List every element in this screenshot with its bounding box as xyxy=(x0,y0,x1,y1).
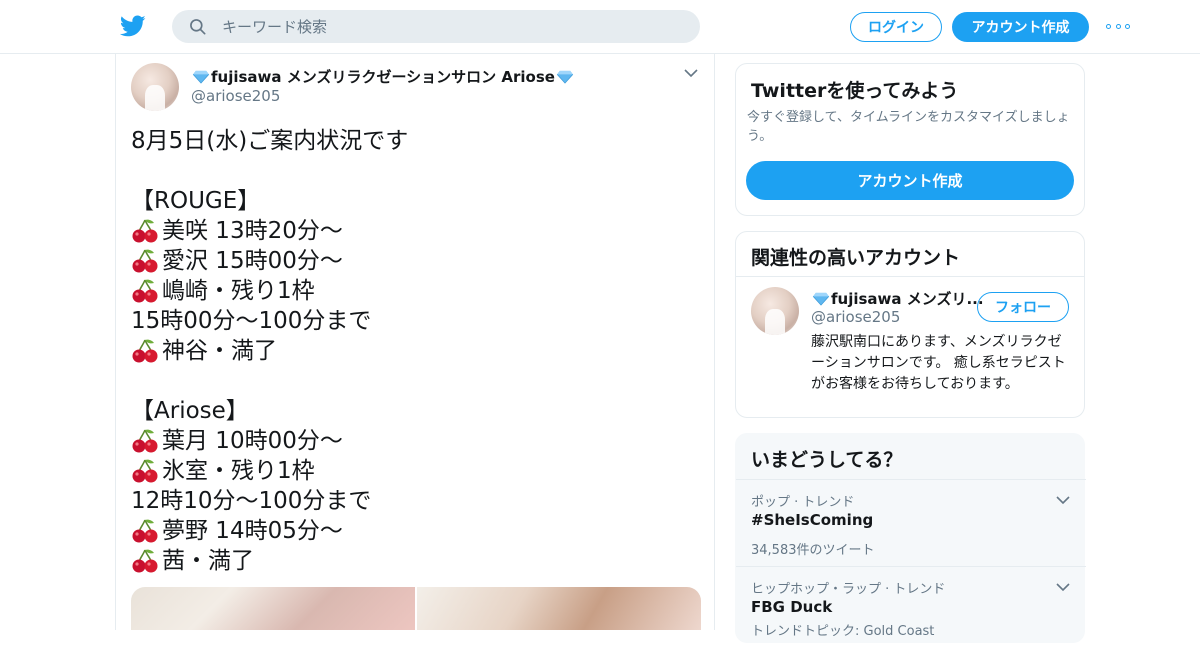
tweet-photo[interactable] xyxy=(131,587,415,630)
cherry-emoji-icon xyxy=(131,517,159,545)
related-account-handle[interactable]: @ariose205 xyxy=(811,308,900,326)
trend-name[interactable]: #SheIsComing xyxy=(751,511,873,529)
trend-name[interactable]: FBG Duck xyxy=(751,598,832,616)
search-bar xyxy=(172,10,700,43)
tweet-text-line-content: 嶋崎・残り1枠 xyxy=(162,278,315,304)
tweet-text-line xyxy=(131,366,701,396)
tweet-text-line-content: 15時00分～100分まで xyxy=(131,308,372,334)
trend-category: ヒップホップ・ラップ · トレンド xyxy=(751,582,946,597)
tweet-text-line: 8月5日(水)ご案内状況です xyxy=(131,126,701,156)
chevron-down-icon[interactable] xyxy=(1056,582,1070,592)
tweet-author-handle[interactable]: @ariose205 xyxy=(191,87,280,105)
tweet-text-line-content: 美咲 13時20分～ xyxy=(162,218,343,244)
trends-card-title: いまどうしてる？ xyxy=(751,449,903,471)
trend-category: ポップ · トレンド xyxy=(751,495,855,510)
trend-item[interactable]: ポップ · トレンド #SheIsComing 34,583件のツイート xyxy=(736,480,1086,566)
gem-icon xyxy=(556,70,574,84)
more-dots-icon[interactable] xyxy=(1106,18,1130,34)
tweet-text-line: 【ROUGE】 xyxy=(131,186,701,216)
tweet-text-line: 夢野 14時05分～ xyxy=(131,516,701,546)
signup-button[interactable]: アカウント作成 xyxy=(952,12,1089,42)
tweet-text-line-content: 葉月 10時00分～ xyxy=(162,428,343,454)
tweet-text-line-content: 氷室・残り1枠 xyxy=(162,458,315,484)
gem-icon xyxy=(192,70,210,84)
login-button[interactable]: ログイン xyxy=(850,12,942,42)
twitter-bird-icon[interactable] xyxy=(120,13,146,39)
top-navigation-bar: ログイン アカウント作成 xyxy=(0,0,1200,54)
tweet-photo[interactable] xyxy=(417,587,701,630)
tweet-author-name-text: fujisawa メンズリラクゼーションサロン Ariose xyxy=(211,68,555,86)
tweet-text: 8月5日(水)ご案内状況です 【ROUGE】美咲 13時20分～ 愛沢 15時00分… xyxy=(131,126,701,576)
cherry-emoji-icon xyxy=(131,547,159,575)
tweet-author-name[interactable]: fujisawa メンズリラクゼーションサロン Ariose xyxy=(191,66,575,87)
divider xyxy=(736,276,1084,277)
tweet-text-line: 氷室・残り1枠 xyxy=(131,456,701,486)
signup-card-subtitle: 今すぐ登録して、タイムラインをカスタマイズしましょう。 xyxy=(747,110,1070,144)
tweet-text-line-content: 茜・満了 xyxy=(162,548,254,574)
tweet-text-line xyxy=(131,156,701,186)
tweet-text-line: 15時00分～100分まで xyxy=(131,306,701,336)
cherry-emoji-icon xyxy=(131,277,159,305)
signup-card-title: Twitterを使ってみよう xyxy=(751,80,959,102)
related-account-name-text: fujisawa メンズリ... xyxy=(831,290,984,308)
tweet-text-line: 【Ariose】 xyxy=(131,396,701,426)
gem-icon xyxy=(812,292,830,306)
signup-card-button[interactable]: アカウント作成 xyxy=(746,161,1074,200)
search-icon xyxy=(190,19,206,35)
tweet-text-line-content: 夢野 14時05分～ xyxy=(162,518,343,544)
related-accounts-card: 関連性の高いアカウント fujisawa メンズリ... @ariose205 … xyxy=(735,231,1085,418)
avatar[interactable] xyxy=(131,63,179,111)
tweet-text-line-content: 【ROUGE】 xyxy=(131,188,261,214)
tweet-card: fujisawa メンズリラクゼーションサロン Ariose @ariose20… xyxy=(115,54,715,630)
related-account-name[interactable]: fujisawa メンズリ... xyxy=(811,288,984,309)
search-input[interactable] xyxy=(222,10,682,43)
related-card-title: 関連性の高いアカウント xyxy=(751,247,961,269)
tweet-text-line-content: 【Ariose】 xyxy=(131,398,249,424)
tweet-text-line: 愛沢 15時00分～ xyxy=(131,246,701,276)
avatar[interactable] xyxy=(751,287,799,335)
trend-tweet-count: 34,583件のツイート xyxy=(751,543,875,558)
tweet-text-line: 茜・満了 xyxy=(131,546,701,576)
cherry-emoji-icon xyxy=(131,427,159,455)
tweet-text-line-content: 8月5日(水)ご案内状況です xyxy=(131,128,409,154)
chevron-down-icon[interactable] xyxy=(1056,495,1070,505)
cherry-emoji-icon xyxy=(131,457,159,485)
follow-button[interactable]: フォロー xyxy=(977,292,1069,322)
tweet-text-line: 神谷・満了 xyxy=(131,336,701,366)
tweet-text-line: 葉月 10時00分～ xyxy=(131,426,701,456)
tweet-text-line-content: 愛沢 15時00分～ xyxy=(162,248,343,274)
chevron-down-icon[interactable] xyxy=(684,68,698,78)
cherry-emoji-icon xyxy=(131,217,159,245)
tweet-text-line: 嶋崎・残り1枠 xyxy=(131,276,701,306)
trend-item[interactable]: ヒップホップ・ラップ · トレンド FBG Duck トレンドトピック: Gol… xyxy=(736,567,1086,647)
trends-card: いまどうしてる？ ポップ · トレンド #SheIsComing 34,583件… xyxy=(735,433,1086,643)
cherry-emoji-icon xyxy=(131,247,159,275)
related-account-bio: 藤沢駅南口にあります、メンズリラクゼーションサロンです。 癒し系セラピストがお客… xyxy=(811,334,1066,392)
signup-card: Twitterを使ってみよう 今すぐ登録して、タイムラインをカスタマイズしましょ… xyxy=(735,63,1085,216)
tweet-text-line-content: 神谷・満了 xyxy=(162,338,277,364)
tweet-text-line: 美咲 13時20分～ xyxy=(131,216,701,246)
tweet-text-line: 12時10分～100分まで xyxy=(131,486,701,516)
cherry-emoji-icon xyxy=(131,337,159,365)
tweet-text-line-content: 12時10分～100分まで xyxy=(131,488,372,514)
